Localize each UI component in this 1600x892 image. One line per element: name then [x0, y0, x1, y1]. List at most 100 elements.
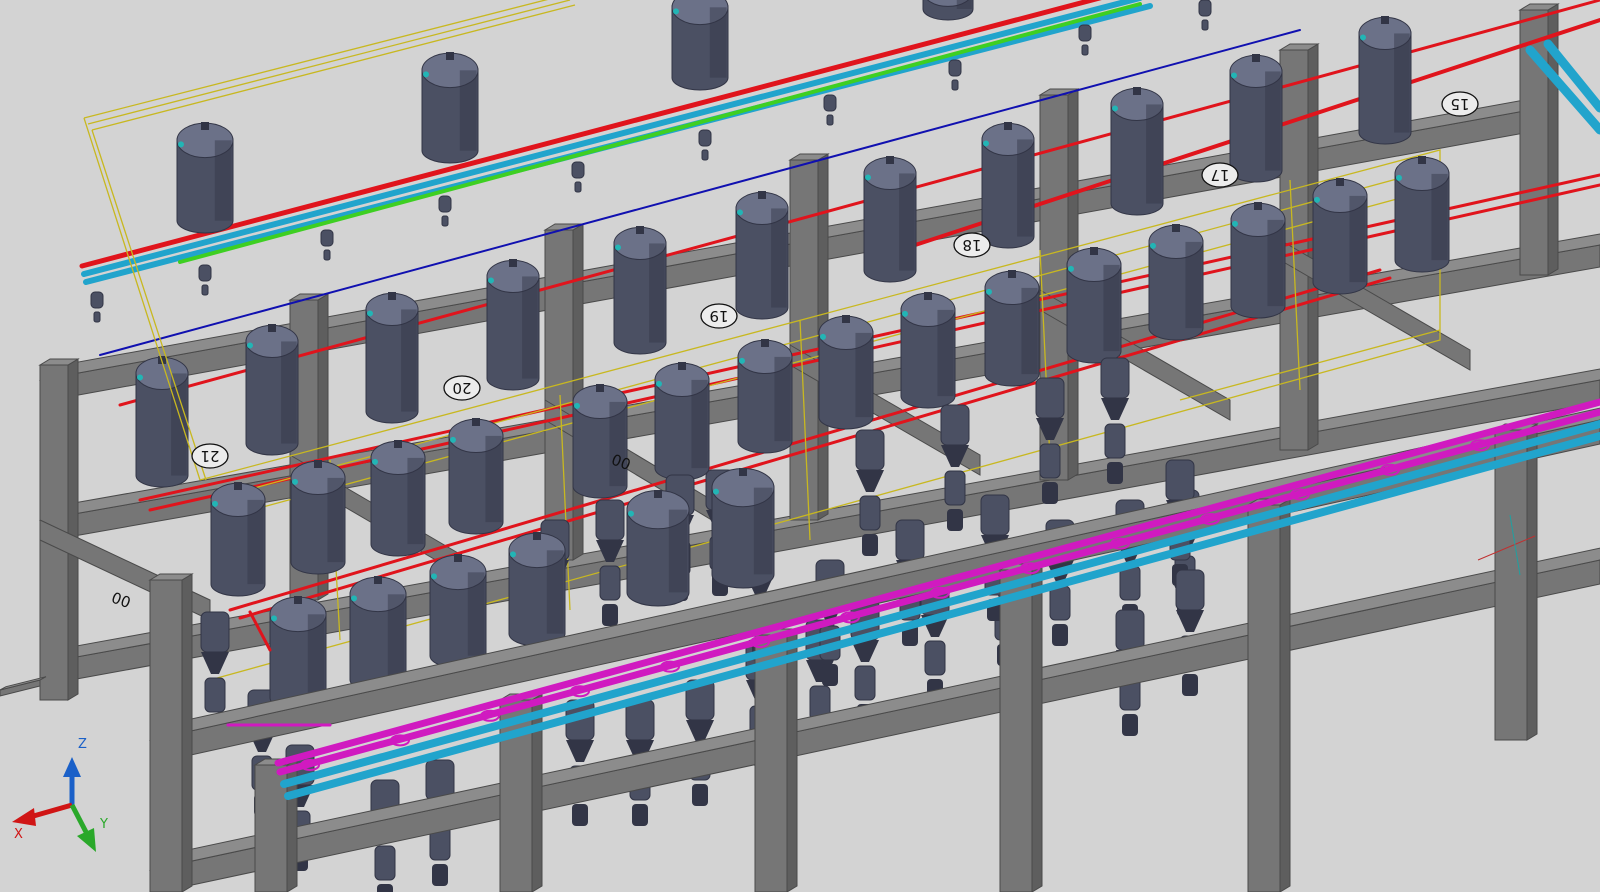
pot-7-body — [948, 59, 962, 77]
row3-vessel-11 — [1148, 224, 1204, 341]
row3-vessel-1-shade — [327, 477, 344, 563]
axis-label-20: 20 — [443, 375, 481, 401]
row2-vessel-3-valve — [488, 277, 494, 284]
axis-text-19: 19 — [709, 307, 728, 325]
pump-23-base — [602, 604, 618, 626]
row3-vessel-11-valve — [1150, 242, 1156, 249]
top-vessel-2-valve — [673, 8, 679, 15]
row3-vessel-2-nozzle — [394, 440, 402, 448]
row3-vessel-10-valve — [1068, 265, 1074, 272]
row3-vessel-13 — [1312, 178, 1368, 295]
row2-vessel-2-shade — [401, 309, 417, 412]
pot-8-pot — [1081, 44, 1089, 56]
pot-5 — [698, 129, 712, 161]
row2-vessel-6-nozzle — [886, 156, 894, 164]
pot-9-body — [1198, 0, 1212, 17]
pot-7 — [948, 59, 962, 91]
row3-vessel-8 — [900, 292, 956, 409]
front-vessel-2-valve — [431, 573, 437, 580]
front-vessel-4-valve — [628, 510, 634, 517]
front-vessel-0-valve — [271, 615, 277, 622]
row2-vessel-9-valve — [1231, 72, 1237, 79]
pump-20-motor — [1104, 423, 1126, 459]
y-arrow-icon — [77, 828, 96, 852]
pump-19-motor — [1039, 443, 1061, 479]
axis-text-21: 21 — [200, 447, 219, 465]
pot-6-body — [823, 94, 837, 112]
row3-vessel-10-nozzle — [1090, 247, 1098, 255]
row2-vessel-1-shade — [281, 341, 297, 444]
row3-vessel-12-nozzle — [1254, 202, 1262, 210]
row3-vessel-5 — [654, 362, 710, 481]
top-vessel-3 — [922, 0, 974, 21]
pump-23-motor — [599, 565, 621, 601]
axis-label-18: 18 — [953, 232, 991, 258]
row2-vessel-10-nozzle — [1381, 16, 1389, 24]
row3-vessel-8-shade — [937, 309, 954, 397]
front-column-0-side — [181, 573, 193, 892]
top-vessel-1-shade — [459, 70, 477, 151]
pot-1 — [198, 264, 212, 296]
pump-20-housing — [1100, 357, 1130, 399]
pump-8-base — [692, 784, 708, 806]
pump-18-base — [947, 509, 963, 531]
row3-vessel-14-valve — [1396, 174, 1402, 181]
pot-4 — [571, 161, 585, 193]
top-vessel-0-valve — [178, 141, 184, 148]
3d-scene[interactable]: 1517181920210000 Z X Y — [0, 0, 1600, 892]
row3-vessel-0 — [210, 482, 266, 597]
row3-vessel-3-nozzle — [472, 418, 480, 426]
partial-label-00: 00 — [109, 588, 133, 611]
front-column-0 — [149, 579, 183, 892]
pump-31 — [1175, 569, 1205, 696]
row3-vessel-7 — [818, 315, 874, 430]
row3-vessel-4-valve — [574, 402, 580, 409]
ucs-axis-icon: Z X Y — [12, 737, 108, 852]
row3-vessel-5-nozzle — [678, 362, 686, 370]
row3-vessel-11-nozzle — [1172, 224, 1180, 232]
row3-vessel-0-nozzle — [234, 482, 242, 490]
row3-vessel-5-shade — [691, 379, 708, 469]
x-arrow-icon — [12, 808, 36, 826]
pump-0-motor — [204, 677, 226, 713]
top-vessel-3-shade — [956, 0, 972, 9]
row2-vessel-1-nozzle — [268, 324, 276, 332]
row3-vessel-13-nozzle — [1336, 178, 1344, 186]
pump-18-housing — [940, 404, 970, 446]
pump-29-housing — [980, 494, 1010, 536]
row2-vessel-5-valve — [737, 209, 743, 216]
row3-vessel-6-shade — [774, 356, 791, 442]
ucs-z-label: Z — [78, 737, 87, 752]
pump-27-base — [822, 664, 838, 686]
row3-vessel-6 — [737, 339, 793, 454]
row2-vessel-8 — [1110, 87, 1164, 216]
pot-0-body — [90, 291, 104, 309]
axis-label-15: 15 — [1441, 91, 1479, 117]
row2-vessel-9-nozzle — [1252, 54, 1260, 62]
axis-label-19: 19 — [700, 303, 738, 329]
pump-14-base — [1052, 624, 1068, 646]
axis-text-20: 20 — [452, 379, 471, 397]
row2-vessel-10 — [1358, 16, 1412, 145]
row3-vessel-4 — [572, 384, 628, 499]
pump-31-base — [1182, 674, 1198, 696]
yellow-top-2 — [87, 0, 571, 125]
front-vessel-5 — [711, 468, 775, 589]
row3-vessel-1-nozzle — [314, 460, 322, 468]
row2-vessel-3-shade — [522, 276, 538, 379]
front-column-6-side — [1526, 423, 1538, 741]
pump-4-base — [432, 864, 448, 886]
front-vessel-4-shade — [668, 509, 688, 593]
row3-vessel-14 — [1394, 156, 1450, 273]
row2-vessel-0-valve — [137, 374, 143, 381]
model-viewport[interactable]: 15 17 18 19 20 21 00 00 Z X Y — [0, 0, 1600, 892]
front-vessel-5-shade — [753, 487, 773, 575]
row2-vessel-4-nozzle — [636, 226, 644, 234]
row3-vessel-2 — [370, 440, 426, 557]
axis-text-15: 15 — [1450, 95, 1469, 113]
row2-vessel-2 — [365, 292, 419, 424]
row2-vessel-9-shade — [1265, 71, 1281, 171]
pot-9 — [1198, 0, 1212, 31]
front-vessel-2 — [429, 554, 487, 669]
row3-vessel-12-valve — [1232, 220, 1238, 227]
